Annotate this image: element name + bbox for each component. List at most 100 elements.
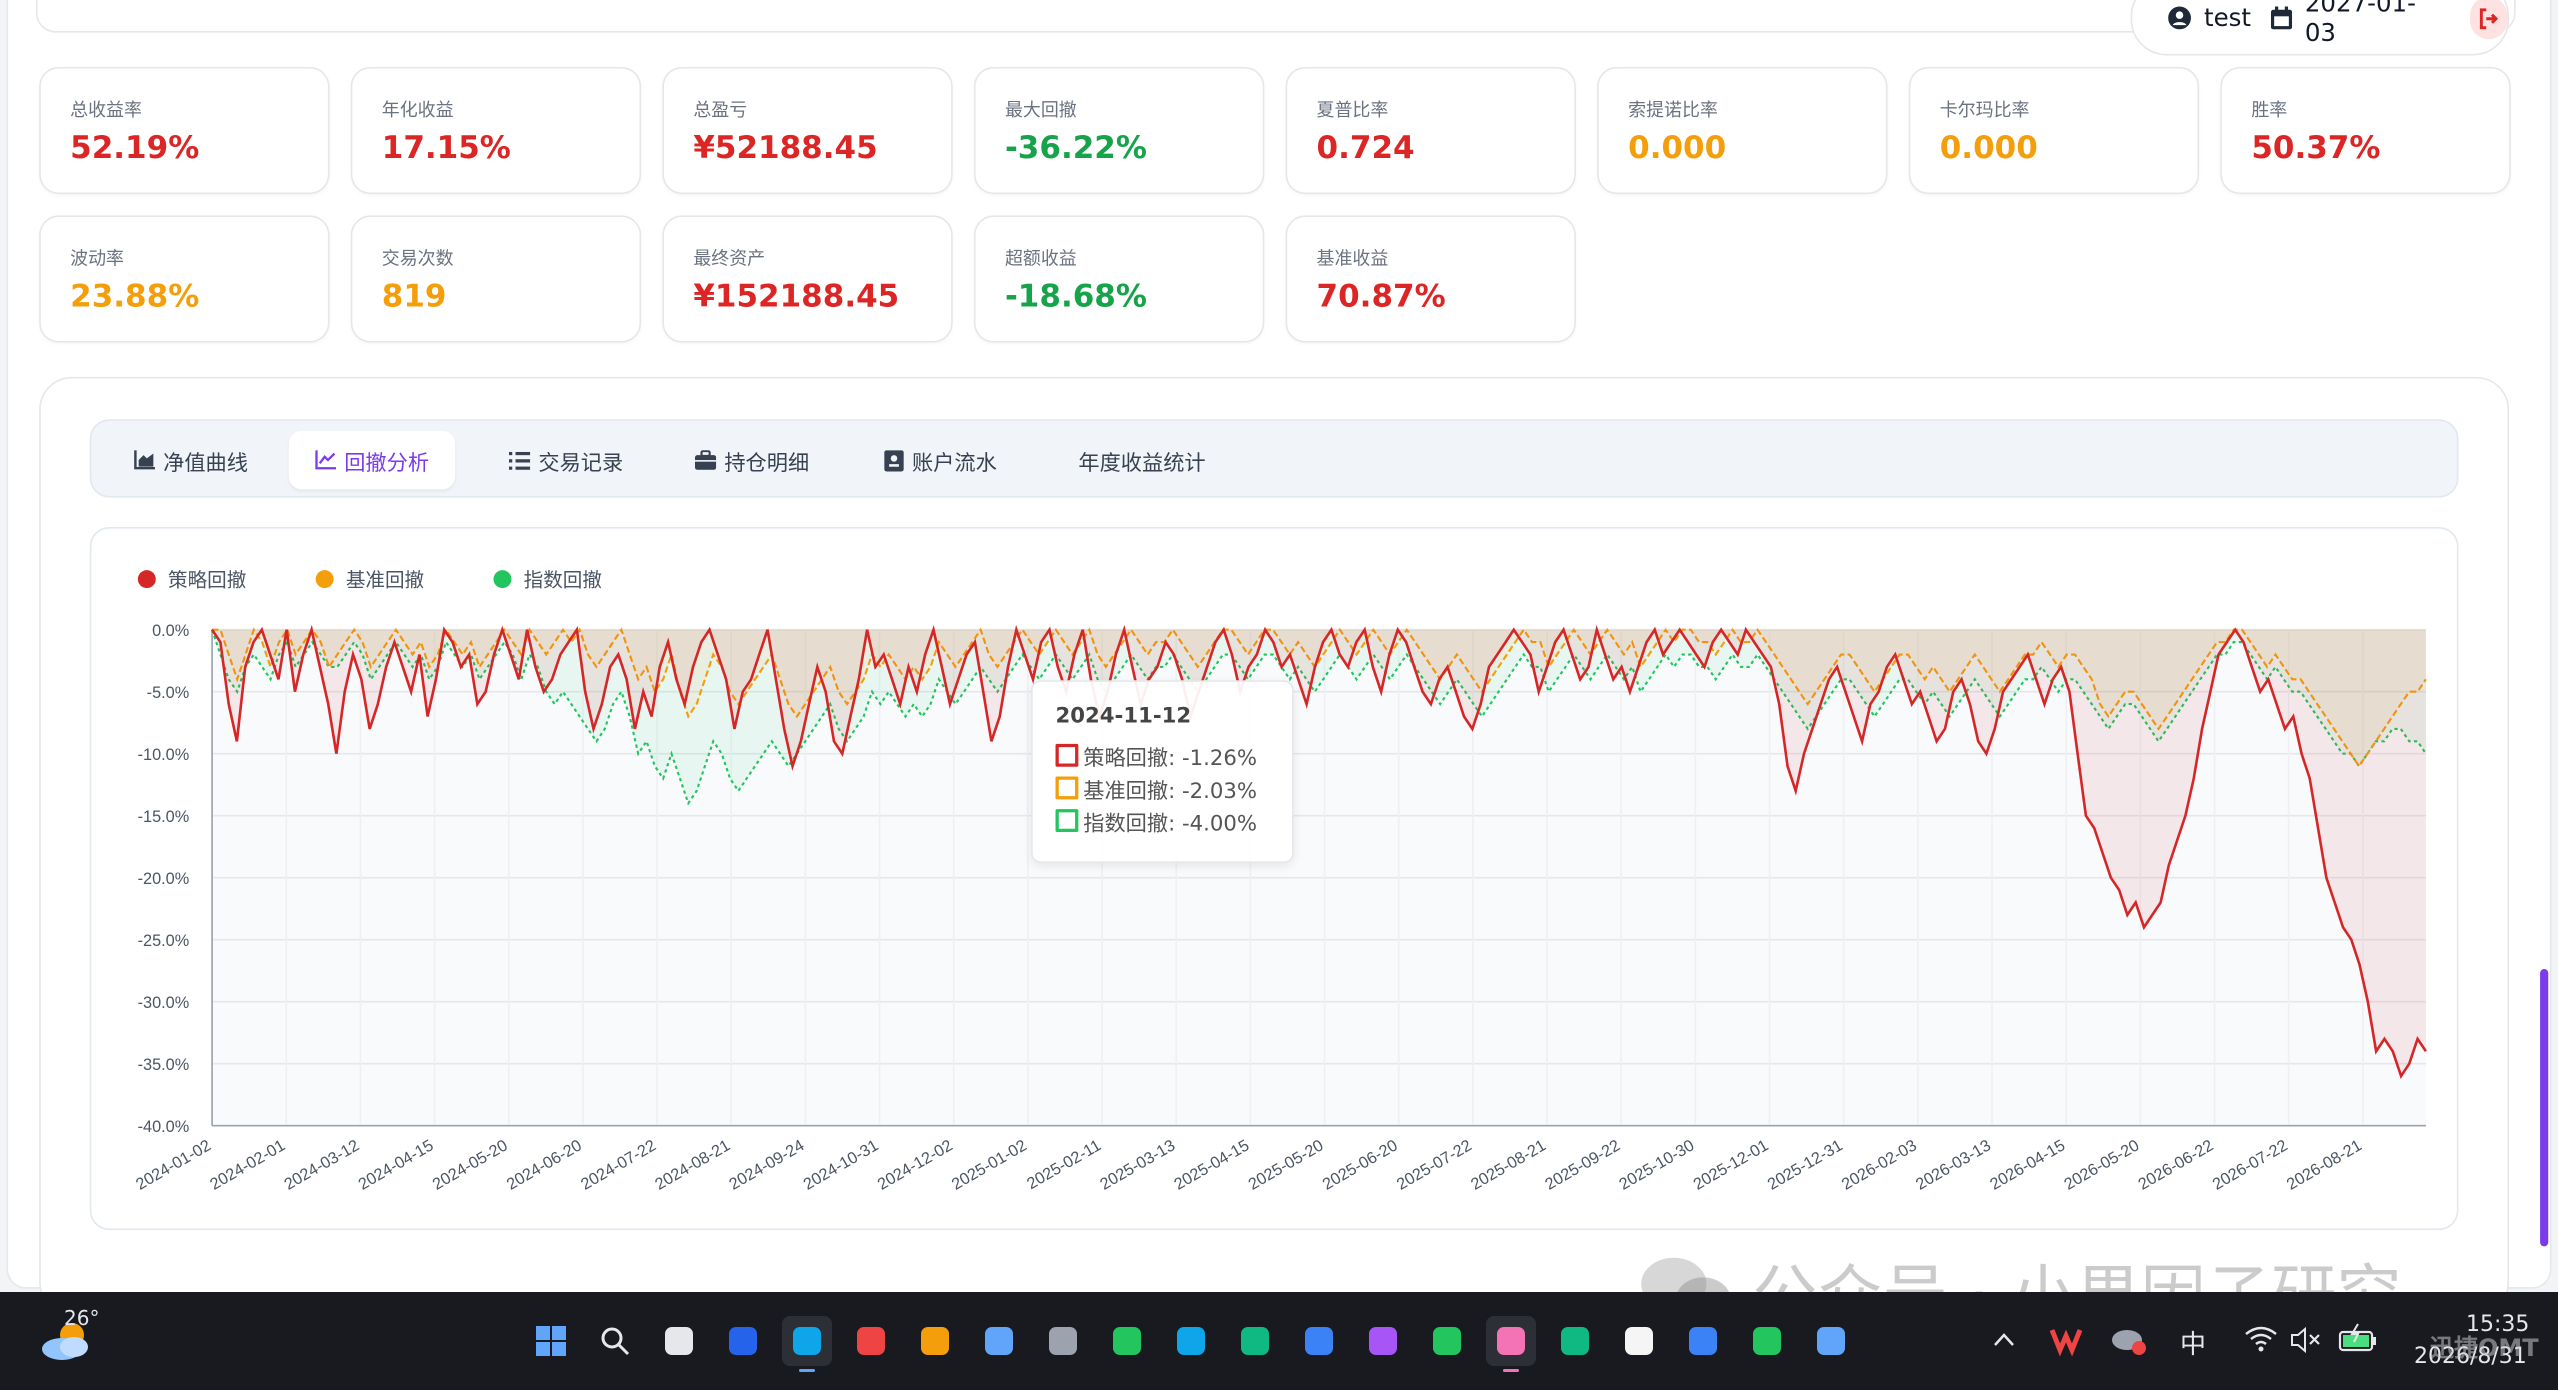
- wifi-icon[interactable]: [2244, 1324, 2278, 1354]
- x-tick-label: 2025-10-30: [1616, 1136, 1697, 1193]
- x-tick-label: 2026-07-22: [2209, 1136, 2290, 1193]
- ime-indicator[interactable]: 中: [2180, 1324, 2206, 1361]
- taskbar-app[interactable]: [1486, 1316, 1536, 1372]
- taskbar-app[interactable]: [1038, 1316, 1088, 1366]
- x-tick-label: 2024-09-24: [726, 1136, 807, 1193]
- x-tick-label: 2025-09-22: [1542, 1136, 1623, 1193]
- corner-watermark: 迅捷OMT: [2430, 1334, 2539, 1362]
- x-tick-label: 2026-03-13: [1913, 1136, 1994, 1193]
- vscode-icon: [1689, 1327, 1717, 1355]
- taskbar-app[interactable]: [526, 1316, 576, 1366]
- wechat-logo-icon: [1641, 1257, 1730, 1292]
- outlook-icon: [729, 1327, 757, 1355]
- y-tick-label: -15.0%: [138, 808, 190, 826]
- x-tick-label: 2026-04-15: [1987, 1136, 2068, 1193]
- map-icon: [1113, 1327, 1141, 1355]
- chevron-up-icon[interactable]: [1992, 1330, 2016, 1350]
- notepad-icon: [1817, 1327, 1845, 1355]
- windows-start-icon: [536, 1326, 566, 1356]
- drawdown-chart: 0.0% -5.0% -10.0% -15.0% -20.0% -25.0% -30.0% -…: [133, 568, 2427, 1194]
- x-tick-label: 2024-01-02: [133, 1136, 214, 1193]
- taskbar-app[interactable]: [1294, 1316, 1344, 1366]
- legend-marker: [315, 570, 334, 589]
- legend-marker: [137, 570, 156, 589]
- mail-icon: [1241, 1327, 1269, 1355]
- edge-dev-icon: [1177, 1327, 1205, 1355]
- x-tick-label: 2025-04-15: [1171, 1136, 1252, 1193]
- tooltip-text: 基准回撤: -2.03%: [1083, 778, 1258, 804]
- x-tick-label: 2026-06-22: [2135, 1136, 2216, 1193]
- sync-error-icon[interactable]: [2110, 1322, 2148, 1358]
- x-tick-label: 2024-10-31: [800, 1136, 881, 1193]
- search-icon: [601, 1327, 630, 1356]
- running-indicator: [799, 1369, 815, 1372]
- y-tick-label: -20.0%: [138, 870, 190, 888]
- wps-icon: [857, 1327, 885, 1355]
- chart-tooltip: 2024-11-12 策略回撤: -1.26% 基准回撤: -2.03% 指数回…: [1031, 680, 1294, 864]
- taskbar-app[interactable]: [1614, 1316, 1664, 1366]
- taskbar-app[interactable]: [1358, 1316, 1408, 1366]
- x-tick-label: 2024-12-02: [875, 1136, 956, 1193]
- legend-label: 指数回撤: [524, 568, 602, 591]
- windows-taskbar: 26° 中 15:35 2026/8/31 迅捷OMT: [0, 1292, 2558, 1390]
- taskbar-app[interactable]: [1422, 1316, 1472, 1366]
- y-tick-label: -30.0%: [138, 994, 190, 1012]
- app-content: test 2027-01-03 总收益率 52.19% 年化收益 17.15% 总盈亏 ¥…: [0, 0, 2558, 1292]
- taskbar-app[interactable]: [590, 1316, 640, 1366]
- x-tick-label: 2024-08-21: [652, 1136, 733, 1193]
- screenshot-icon: [1497, 1327, 1525, 1355]
- chat-icon: [1433, 1327, 1461, 1355]
- taskbar-app[interactable]: [1102, 1316, 1152, 1366]
- x-tick-label: 2025-07-22: [1394, 1136, 1475, 1193]
- x-tick-label: 2026-08-21: [2284, 1136, 2365, 1193]
- taskbar-app[interactable]: [974, 1316, 1024, 1366]
- mindmap-icon: [1369, 1327, 1397, 1355]
- y-tick-label: 0.0%: [152, 622, 189, 640]
- taskbar-app[interactable]: [1230, 1316, 1280, 1366]
- x-tick-label: 2024-03-12: [281, 1136, 362, 1193]
- y-tick-label: -5.0%: [147, 684, 190, 702]
- tooltip-row-index: 指数回撤: -4.00%: [1055, 804, 1293, 837]
- tooltip-row-strategy: 策略回撤: -1.26%: [1055, 739, 1293, 772]
- taskbar-app[interactable]: [654, 1316, 704, 1366]
- x-tick-label: 2025-05-20: [1245, 1136, 1326, 1193]
- taskbar-app[interactable]: [1166, 1316, 1216, 1366]
- x-tick-label: 2025-12-01: [1690, 1136, 1771, 1193]
- x-tick-label: 2024-05-20: [430, 1136, 511, 1193]
- watermark: 公众号 · 小果因子研究: [1638, 1243, 2402, 1292]
- battery-charging-icon[interactable]: [2338, 1322, 2378, 1356]
- app-icon: [1049, 1327, 1077, 1355]
- x-tick-label: 2024-06-20: [504, 1136, 585, 1193]
- taskbar-app[interactable]: [846, 1316, 896, 1366]
- x-tick-label: 2025-03-13: [1097, 1136, 1178, 1193]
- tooltip-swatch: [1055, 809, 1079, 833]
- y-tick-label: -40.0%: [138, 1118, 190, 1136]
- taskbar-app[interactable]: [1742, 1316, 1792, 1366]
- wps-tray-icon[interactable]: [2048, 1322, 2084, 1358]
- taskbar-app[interactable]: [1678, 1316, 1728, 1366]
- page-scrollbar[interactable]: [2540, 969, 2549, 1247]
- speaker-muted-icon[interactable]: [2290, 1326, 2322, 1354]
- running-indicator: [1503, 1369, 1519, 1372]
- x-tick-label: 2026-05-20: [2061, 1136, 2142, 1193]
- x-tick-label: 2025-02-11: [1024, 1136, 1104, 1193]
- tooltip-swatch: [1055, 743, 1079, 767]
- taskbar-app[interactable]: [1550, 1316, 1600, 1366]
- y-tick-label: -25.0%: [138, 932, 190, 950]
- tooltip-row-benchmark: 基准回撤: -2.03%: [1055, 772, 1293, 805]
- legend-marker: [493, 570, 512, 589]
- app-viewport: test 2027-01-03 总收益率 52.19% 年化收益 17.15% 总盈亏 ¥…: [0, 0, 2558, 1292]
- y-tick-label: -35.0%: [138, 1056, 190, 1074]
- taskbar-app[interactable]: [910, 1316, 960, 1366]
- x-tick-label: 2024-04-15: [355, 1136, 436, 1193]
- x-tick-label: 2024-02-01: [207, 1136, 288, 1193]
- taskbar-app[interactable]: [718, 1316, 768, 1366]
- store-icon: [985, 1327, 1013, 1355]
- legend-label: 基准回撤: [346, 568, 424, 591]
- weather-widget[interactable]: 26°: [28, 1306, 108, 1366]
- taskbar-app[interactable]: [1806, 1316, 1856, 1366]
- taskbar-app[interactable]: [782, 1316, 832, 1372]
- panda-icon: [1625, 1327, 1653, 1355]
- y-tick-label: -10.0%: [138, 746, 190, 764]
- wechat-icon: [1753, 1327, 1781, 1355]
